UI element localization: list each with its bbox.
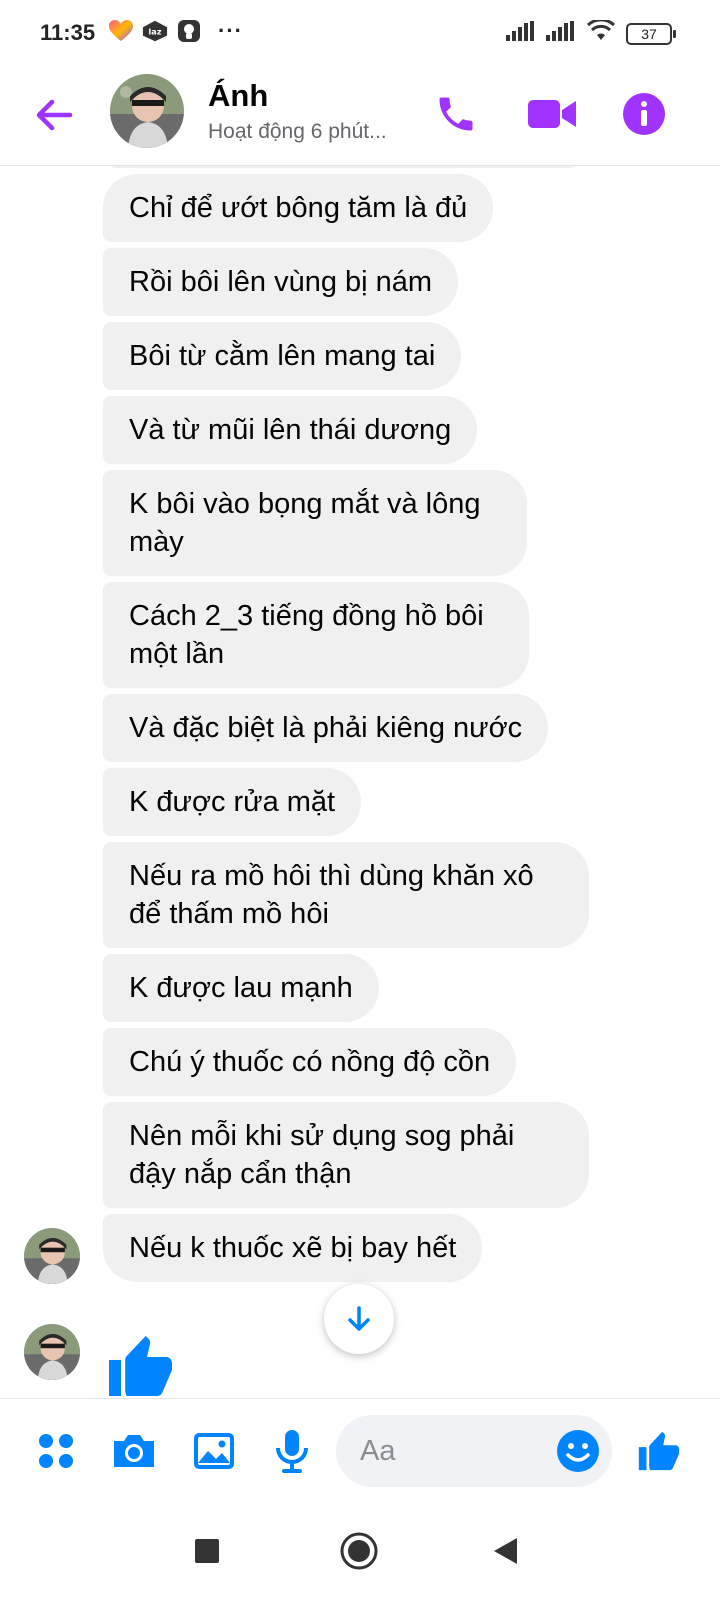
chat-header: Ánh Hoạt động 6 phút...: [0, 66, 720, 166]
message-bubble[interactable]: Nếu k thuốc xẽ bị bay hết: [103, 1214, 483, 1282]
message-text: Bôi từ cằm lên mang tai: [129, 340, 436, 372]
message-text: Và đặc biệt là phải kiêng nước: [129, 712, 523, 744]
message-text: Nên mỗi khi sử dụng sog phải đậy nắp cẩn…: [129, 1120, 515, 1190]
message-bubble[interactable]: K được lau mạnh: [103, 954, 379, 1022]
smiley-icon: [557, 1430, 599, 1472]
image-icon: [194, 1433, 234, 1469]
battery-icon: 37: [626, 22, 676, 45]
message-composer: Aa: [0, 1398, 720, 1502]
arrow-left-icon: [36, 99, 73, 131]
square-icon: [195, 1539, 219, 1563]
microphone-icon: [276, 1430, 308, 1473]
thumbs-up-icon: [109, 1336, 172, 1396]
message-bubble[interactable]: Nếu ra mồ hôi thì dùng khăn xô để thấm m…: [103, 842, 589, 948]
message-bubble[interactable]: Rồi bôi lên vùng bị nám: [103, 248, 459, 316]
recents-button[interactable]: [184, 1528, 230, 1574]
video-call-button[interactable]: [524, 86, 580, 142]
signal-icon: [546, 21, 576, 46]
message-input-placeholder: Aa: [360, 1435, 396, 1467]
home-button[interactable]: [336, 1528, 382, 1574]
sent-like-sticker[interactable]: [103, 1330, 175, 1398]
info-button[interactable]: [616, 86, 672, 142]
contact-activity-status: Hoạt động 6 phút...: [208, 120, 387, 143]
system-icons: 37: [506, 18, 676, 47]
message-list[interactable]: Chỉ để ướt bông tăm là đủ Rồi bôi lên vù…: [0, 166, 720, 1398]
scroll-to-bottom-button[interactable]: [324, 1284, 394, 1354]
message-text: Rồi bôi lên vùng bị nám: [129, 266, 433, 298]
message-text: Chỉ để ướt bông tăm là đủ: [129, 192, 468, 224]
info-icon: [623, 93, 665, 135]
status-bar: 11:35 laz ··· 37: [0, 0, 720, 66]
gallery-button[interactable]: [186, 1423, 242, 1479]
thumbs-up-icon: [638, 1431, 680, 1471]
phone-icon: [439, 97, 473, 131]
more-actions-button[interactable]: [28, 1423, 84, 1479]
heart-app-icon: [108, 18, 134, 44]
call-button[interactable]: [428, 86, 484, 142]
message-text: Và từ mũi lên thái dương: [129, 414, 452, 446]
message-bubble[interactable]: K bôi vào bọng mắt và lông mày: [103, 470, 527, 576]
more-notifications: ···: [218, 18, 243, 43]
signal-icon: [506, 21, 536, 46]
wifi-icon: [586, 18, 616, 47]
contact-avatar[interactable]: [110, 74, 184, 148]
status-time: 11:35: [40, 20, 96, 45]
svg-text:laz: laz: [148, 27, 161, 37]
message-text: Chú ý thuốc có nồng độ cồn: [129, 1046, 491, 1078]
message-bubble[interactable]: Chỉ để ướt bông tăm là đủ: [103, 174, 494, 242]
sender-avatar[interactable]: [24, 1228, 80, 1284]
chat-app-icon: [176, 18, 202, 44]
message-bubble[interactable]: Bôi từ cằm lên mang tai: [103, 322, 462, 390]
voice-message-button[interactable]: [264, 1423, 320, 1479]
arrow-down-icon: [348, 1306, 370, 1331]
message-input[interactable]: Aa: [336, 1415, 612, 1487]
system-navigation-bar: [0, 1502, 720, 1600]
camera-button[interactable]: [106, 1423, 162, 1479]
notification-icons: laz ···: [108, 18, 243, 44]
back-button[interactable]: [30, 90, 80, 140]
message-text: Nếu ra mồ hôi thì dùng khăn xô để thấm m…: [129, 860, 534, 930]
back-nav-button[interactable]: [482, 1528, 528, 1574]
message-text: K bôi vào bọng mắt và lông mày: [129, 488, 481, 558]
message-bubble[interactable]: Và từ mũi lên thái dương: [103, 396, 478, 464]
four-dots-icon: [39, 1434, 73, 1468]
message-bubble[interactable]: Chú ý thuốc có nồng độ cồn: [103, 1028, 517, 1096]
sender-avatar[interactable]: [24, 1324, 80, 1380]
message-text: Nếu k thuốc xẽ bị bay hết: [129, 1232, 457, 1264]
lazada-app-icon: laz: [142, 18, 168, 44]
contact-name[interactable]: Ánh: [208, 78, 268, 114]
triangle-back-icon: [494, 1538, 517, 1564]
message-bubble[interactable]: Cách 2_3 tiếng đồng hồ bôi một lần: [103, 582, 529, 688]
video-camera-icon: [528, 100, 576, 128]
message-text: Cách 2_3 tiếng đồng hồ bôi một lần: [129, 600, 484, 670]
message-bubble[interactable]: Và đặc biệt là phải kiêng nước: [103, 694, 549, 762]
message-bubble[interactable]: K được rửa mặt: [103, 768, 362, 836]
message-bubble[interactable]: Nên mỗi khi sử dụng sog phải đậy nắp cẩn…: [103, 1102, 589, 1208]
emoji-button[interactable]: [554, 1427, 602, 1475]
camera-icon: [114, 1435, 154, 1467]
circle-icon: [340, 1532, 378, 1570]
message-text: K được lau mạnh: [129, 972, 353, 1004]
message-text: K được rửa mặt: [129, 786, 336, 818]
previous-message-bubble: [103, 166, 583, 168]
like-button[interactable]: [630, 1423, 686, 1479]
